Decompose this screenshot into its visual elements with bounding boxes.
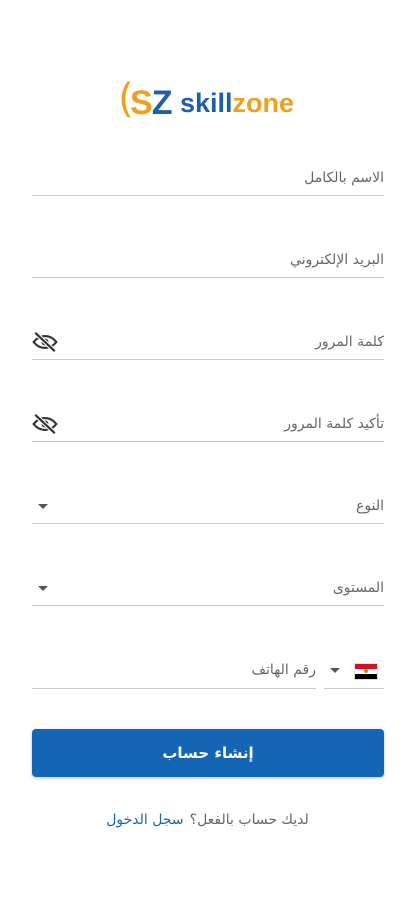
level-label: المستوى (332, 580, 384, 596)
logo-letter-z: Z (151, 84, 173, 122)
email-field[interactable]: البريد الإلكتروني (32, 237, 384, 278)
egypt-flag-icon (354, 663, 378, 680)
create-account-button[interactable]: إنشاء حساب (32, 729, 384, 777)
chevron-down-icon[interactable] (38, 586, 48, 591)
signin-prompt: لديك حساب بالفعل؟ سجل الدخول (0, 808, 415, 832)
logo-letter-s: S (130, 84, 153, 122)
signin-link[interactable]: سجل الدخول (106, 812, 183, 828)
logo-wordmark: skillzone (180, 80, 294, 126)
email-label: البريد الإلكتروني (290, 252, 384, 268)
logo-mark: ( SZ (118, 76, 180, 126)
eye-off-icon[interactable] (32, 413, 58, 435)
eye-off-icon[interactable] (32, 331, 58, 353)
phone-row: رقم الهاتف (32, 648, 384, 689)
phone-label: رقم الهاتف (251, 662, 316, 678)
full-name-field[interactable]: الاسم بالكامل (32, 155, 384, 196)
gender-label: النوع (356, 498, 384, 514)
level-select[interactable]: المستوى (32, 565, 384, 606)
country-code-select[interactable] (324, 648, 384, 689)
password-field[interactable]: كلمة المرور (32, 319, 384, 360)
logo-sz: SZ (130, 80, 173, 126)
chevron-down-icon[interactable] (330, 668, 340, 673)
logo-word-zone: zone (232, 88, 295, 118)
full-name-label: الاسم بالكامل (304, 170, 384, 186)
phone-input[interactable]: رقم الهاتف (32, 648, 316, 689)
confirm-password-label: تأكيد كلمة المرور (284, 416, 384, 432)
gender-select[interactable]: النوع (32, 483, 384, 524)
logo-word-skill: skill (180, 88, 233, 118)
password-label: كلمة المرور (315, 334, 384, 350)
have-account-text: لديك حساب بالفعل؟ (189, 812, 309, 828)
skillzone-logo: ( SZ skillzone (118, 76, 298, 126)
confirm-password-field[interactable]: تأكيد كلمة المرور (32, 401, 384, 442)
chevron-down-icon[interactable] (38, 504, 48, 509)
